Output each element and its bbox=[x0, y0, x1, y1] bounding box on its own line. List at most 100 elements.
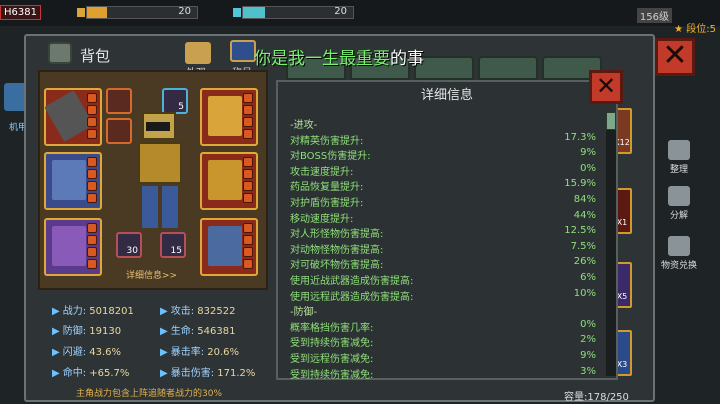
sort-button[interactable]: 整理 bbox=[650, 140, 708, 175]
helmet-icon bbox=[208, 96, 242, 136]
detail-row-value: 0% bbox=[580, 162, 596, 174]
detail-row-label: 对BOSS伤害提升: bbox=[290, 151, 371, 163]
detail-row-value: 12.5% bbox=[564, 225, 596, 237]
slot-pips bbox=[87, 93, 97, 141]
vest-icon bbox=[52, 160, 86, 200]
scroll-thumb[interactable] bbox=[606, 112, 616, 130]
detail-close-button[interactable]: ✕ bbox=[589, 70, 623, 104]
detail-row-label: 对可破坏物伤害提高: bbox=[290, 260, 384, 272]
device-icon bbox=[52, 226, 86, 266]
detail-dialog: 详细信息 ✕ -进攻- 对精英伤害提升: 17.3% 对BOSS伤害提升: 9% 攻击速度… bbox=[276, 70, 623, 381]
stat-power-value: 5018201 bbox=[89, 306, 134, 317]
grid-icon bbox=[668, 140, 690, 160]
stat-hit-label: 命中: bbox=[62, 368, 87, 379]
sort-label: 整理 bbox=[669, 165, 688, 175]
rank-label: ★ 段位:5 bbox=[674, 24, 716, 35]
stat-hit: ▶ 命中: +65.7% bbox=[52, 368, 130, 379]
detail-row-value: 84% bbox=[573, 194, 596, 205]
decompose-icon bbox=[668, 186, 690, 206]
weapon-slot[interactable] bbox=[44, 88, 102, 146]
title-banner: 你是我一生最重要的事 bbox=[254, 44, 424, 69]
stat-attack: ▶ 攻击: 832522 bbox=[160, 306, 236, 317]
close-icon: ✕ bbox=[662, 38, 688, 73]
detail-row: 对可破坏物伤害提高: 26% bbox=[290, 256, 596, 271]
bag-title: 背包 bbox=[80, 47, 111, 65]
slot-pips bbox=[87, 157, 97, 205]
accessory-slot-2[interactable] bbox=[106, 118, 132, 144]
close-icon: ✕ bbox=[595, 72, 617, 100]
stat-crit-label: 暴击率: bbox=[170, 347, 205, 358]
detail-row: 对护盾伤害提升: 84% bbox=[290, 194, 596, 209]
inventory-capacity: 容量:178/250 bbox=[564, 392, 629, 403]
module-count-1: 30 bbox=[126, 246, 138, 256]
stat-defense: ▶ 防御: 19130 bbox=[52, 326, 122, 337]
detail-row: 受到远程伤害减免: 9% bbox=[290, 350, 596, 365]
appearance-icon[interactable] bbox=[185, 42, 211, 64]
character-avatar bbox=[130, 112, 190, 232]
module-count-2: 15 bbox=[170, 246, 182, 256]
stat-defense-value: 19130 bbox=[89, 326, 122, 337]
power-note: 主角战力包含上阵追随者战力的30% bbox=[76, 389, 223, 399]
detail-row-label: 移动速度提升: bbox=[290, 213, 354, 225]
chip-count: 5 bbox=[178, 102, 184, 112]
stat-hp-value: 546381 bbox=[197, 326, 236, 337]
stat-crit-value: 20.6% bbox=[207, 347, 240, 358]
decompose-button[interactable]: 分解 bbox=[650, 186, 708, 221]
detail-row-value: 3% bbox=[580, 365, 596, 377]
detail-row-value: 17.3% bbox=[564, 131, 596, 143]
detail-row: 攻击速度提升: 0% bbox=[290, 163, 596, 178]
coin-icon bbox=[77, 8, 85, 17]
stat-attack-label: 攻击: bbox=[170, 306, 195, 317]
detail-info-link[interactable]: 详细信息>> bbox=[126, 268, 177, 281]
bg-tab-4[interactable] bbox=[478, 56, 538, 80]
chip-slot[interactable]: 5 bbox=[162, 88, 188, 114]
slot-pips bbox=[243, 157, 253, 205]
detail-row-label: 对精英伤害提升: bbox=[290, 135, 364, 147]
detail-title: 详细信息 bbox=[420, 88, 473, 103]
detail-row-label: 使用近战武器造成伤害提高: bbox=[290, 276, 414, 287]
accessory-slot-1[interactable] bbox=[106, 88, 132, 114]
stat-power-label: 战力: bbox=[62, 306, 87, 317]
detail-row-label: 药品恢复量提升: bbox=[290, 182, 364, 194]
resource-bar-1: 20 bbox=[77, 6, 198, 19]
stat-dodge-label: 闪避: bbox=[62, 347, 87, 358]
exchange-button[interactable]: 物资兑换 bbox=[650, 236, 708, 271]
detail-row-label: 受到持续伤害减免: bbox=[290, 338, 374, 350]
slot-pips bbox=[243, 223, 253, 271]
helmet-slot[interactable] bbox=[200, 88, 258, 146]
detail-row-label: 攻击速度提升: bbox=[290, 166, 354, 178]
resource-fill-2 bbox=[243, 7, 265, 18]
jacket-slot[interactable] bbox=[200, 152, 258, 210]
detail-row-label: 对护盾伤害提升: bbox=[290, 198, 364, 209]
gear-slot[interactable] bbox=[44, 218, 102, 276]
module-slot-1[interactable]: 30 bbox=[116, 232, 142, 258]
slot-pips bbox=[243, 93, 253, 141]
detail-row: 对人形怪物伤害提高: 12.5% bbox=[290, 225, 596, 240]
slot-pips bbox=[87, 223, 97, 271]
pants-slot[interactable] bbox=[200, 218, 258, 276]
detail-row-value: 7.5% bbox=[570, 240, 596, 252]
armor-slot[interactable] bbox=[44, 152, 102, 210]
detail-row: 对BOSS伤害提升: 9% bbox=[290, 147, 596, 162]
detail-row-label: 受到远程伤害减免: bbox=[290, 354, 374, 365]
detail-scrollbar[interactable] bbox=[606, 112, 616, 376]
stat-crit: ▶ 暴击率: 20.6% bbox=[160, 347, 240, 358]
detail-row-label: 受到持续伤害减免: bbox=[290, 369, 374, 381]
player-tag: H6381 bbox=[0, 5, 41, 20]
decompose-label: 分解 bbox=[669, 211, 688, 221]
exchange-label: 物资兑换 bbox=[660, 261, 697, 271]
close-button[interactable]: ✕ bbox=[655, 38, 695, 76]
title-banner-green: 你是我一生最重要 bbox=[254, 49, 390, 69]
module-slot-2[interactable]: 15 bbox=[160, 232, 186, 258]
detail-row: 药品恢复量提升: 15.9% bbox=[290, 178, 596, 193]
title-icon[interactable] bbox=[230, 40, 256, 62]
title-banner-white: 的事 bbox=[390, 49, 424, 69]
stat-hp: ▶ 生命: 546381 bbox=[160, 326, 236, 337]
stat-dodge-value: 43.6% bbox=[89, 347, 122, 358]
jacket-icon bbox=[208, 160, 242, 200]
detail-row-value: 26% bbox=[573, 256, 596, 268]
resource-value-2: 20 bbox=[334, 6, 347, 17]
detail-row-value: 15.9% bbox=[564, 178, 596, 190]
level-badge: 156级 bbox=[636, 8, 672, 23]
detail-row: 受到持续伤害减免: 2% bbox=[290, 334, 596, 349]
